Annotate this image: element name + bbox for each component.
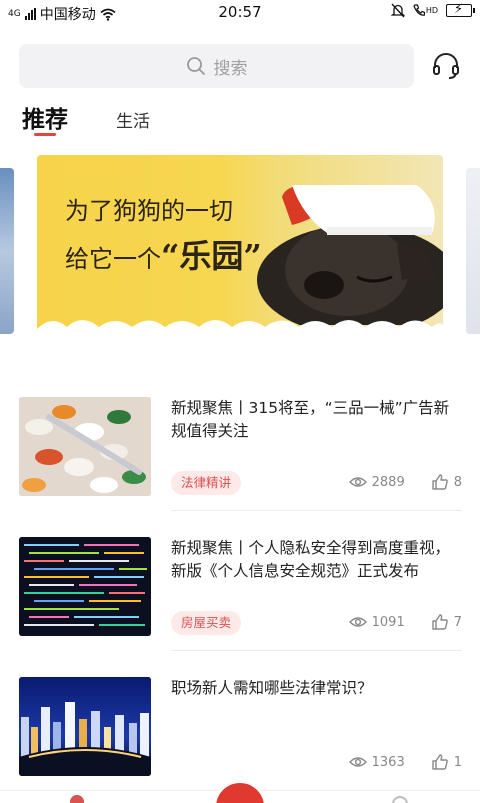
article-thumbnail-pills: [19, 397, 151, 496]
view-eye-icon: [348, 477, 367, 487]
like-thumb-icon[interactable]: [431, 473, 449, 491]
divider: [171, 650, 462, 651]
article-title: 新规聚焦丨315将至，“三品一械”广告新规值得关注: [171, 399, 450, 440]
article-meta: 1363 1: [348, 753, 462, 771]
like-count: 8: [453, 474, 462, 490]
divider: [171, 510, 462, 511]
view-eye-icon: [348, 617, 367, 627]
banner-next-peek[interactable]: [466, 168, 480, 334]
search-input[interactable]: 搜索: [19, 44, 414, 88]
search-icon: [186, 57, 205, 75]
article-item[interactable]: 新规聚焦丨315将至，“三品一械”广告新规值得关注 法律精讲 2889 8: [19, 397, 462, 512]
banner-headline-2-highlight: “乐园”: [161, 237, 262, 275]
status-bar: 4G 中国移动 20:57 HD ⚡: [0, 0, 480, 26]
article-meta: 1091 7: [348, 613, 462, 631]
hd-call-icon: HD: [413, 4, 438, 17]
article-tag[interactable]: 法律精讲: [171, 471, 242, 495]
banner-headline-2-prefix: 给它一个: [65, 245, 161, 273]
article-title: 职场新人需知哪些法律常识？: [171, 679, 373, 697]
banner-headline-2: 给它一个“乐园”: [65, 231, 262, 277]
article-title: 新规聚焦丨个人隐私安全得到高度重视，新版《个人信息安全规范》正式发布: [171, 539, 451, 580]
home-tab-icon[interactable]: [70, 795, 84, 803]
mute-bell-icon: [390, 3, 405, 18]
like-count: 1: [453, 754, 462, 770]
status-right: HD ⚡: [390, 2, 475, 18]
tab-recommend[interactable]: 推荐: [22, 100, 68, 136]
article-meta: 2889 8: [348, 473, 462, 491]
view-eye-icon: [348, 757, 367, 767]
like-thumb-icon[interactable]: [431, 753, 449, 771]
category-tabs: 推荐 生活: [22, 100, 150, 136]
view-count: 2889: [371, 474, 405, 490]
article-item[interactable]: 新规聚焦丨个人隐私安全得到高度重视，新版《个人信息安全规范》正式发布 房屋买卖 …: [19, 537, 462, 652]
banner-prev-peek[interactable]: [0, 168, 14, 334]
active-tab-indicator: [34, 133, 56, 136]
customer-service-headset-icon[interactable]: [430, 50, 462, 82]
article-item[interactable]: 职场新人需知哪些法律常识？ 1363 1: [19, 677, 462, 777]
like-count: 7: [453, 614, 462, 630]
center-action-button[interactable]: [213, 780, 267, 803]
battery-icon: ⚡: [446, 2, 475, 17]
hd-label: HD: [425, 6, 438, 15]
article-thumbnail-code: [19, 537, 151, 636]
tab-life[interactable]: 生活: [116, 107, 150, 134]
banner-carousel[interactable]: 为了狗狗的一切 给它一个“乐园”: [37, 155, 443, 345]
search-placeholder: 搜索: [213, 58, 248, 79]
article-thumbnail-city: [19, 677, 151, 776]
banner-headline-1: 为了狗狗的一切: [65, 197, 233, 225]
like-thumb-icon[interactable]: [431, 613, 449, 631]
cloud-decoration: [37, 320, 443, 345]
puppy-image: [257, 185, 443, 325]
view-count: 1363: [371, 754, 405, 770]
view-count: 1091: [371, 614, 405, 630]
tab-recommend-label: 推荐: [22, 107, 68, 133]
article-tag[interactable]: 房屋买卖: [171, 611, 242, 635]
